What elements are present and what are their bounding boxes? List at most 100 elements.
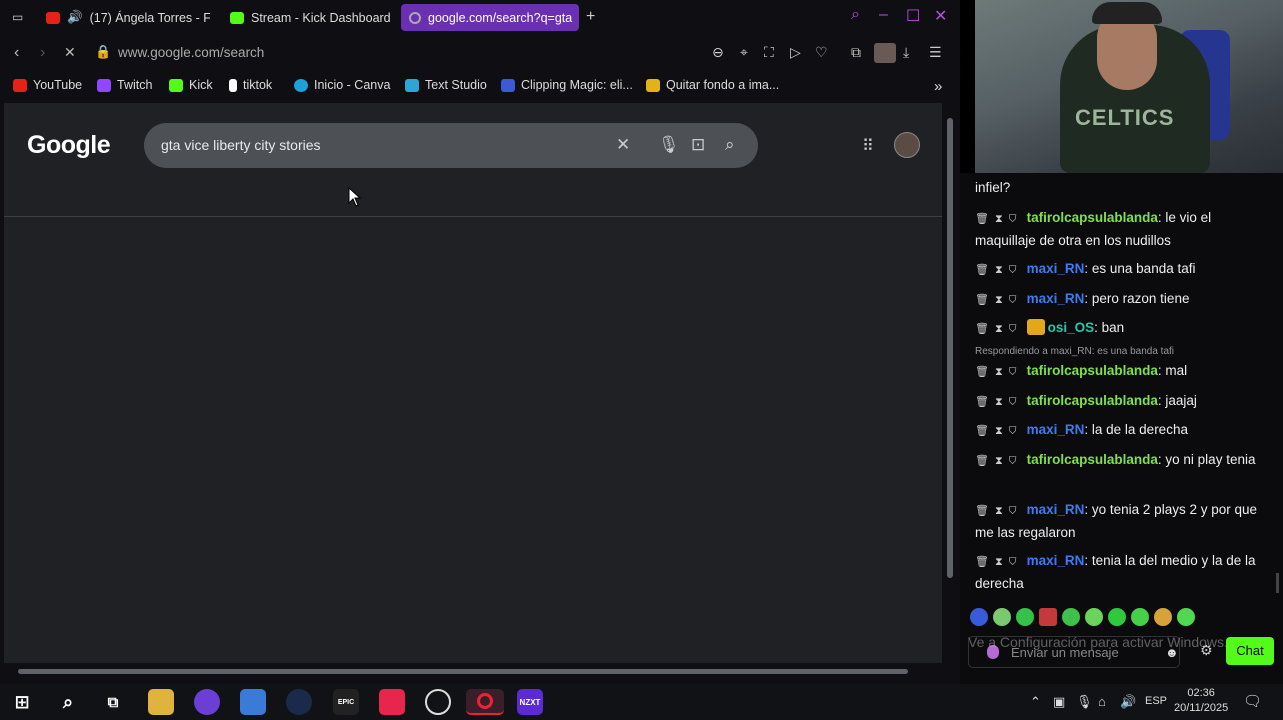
download-icon[interactable]: ⤓ bbox=[903, 44, 909, 61]
bookmark-canva[interactable]: Inicio - Canva bbox=[294, 78, 390, 92]
microsoft-store-icon[interactable] bbox=[240, 689, 266, 715]
emote-icon[interactable] bbox=[993, 608, 1011, 626]
chat-username[interactable]: tafirolcapsulablanda bbox=[1027, 363, 1158, 378]
emote-icon[interactable] bbox=[1016, 608, 1034, 626]
chat-username[interactable]: maxi_RN bbox=[1027, 261, 1085, 276]
bookmark-clipping-magic[interactable]: Clipping Magic: eli... bbox=[501, 78, 633, 92]
apps-grid-icon[interactable]: ⠿ bbox=[862, 136, 874, 156]
zoom-icon[interactable]: ⊖ bbox=[712, 44, 724, 61]
lock-icon[interactable]: 🔒 bbox=[95, 44, 111, 60]
chat-username[interactable]: maxi_RN bbox=[1027, 502, 1085, 517]
bookmark-tiktok[interactable]: tiktok bbox=[229, 78, 272, 92]
extensions-icon[interactable]: ⧉ bbox=[851, 44, 861, 61]
chat-username[interactable]: tafirolcapsulablanda bbox=[1027, 393, 1158, 408]
bookmark-quitar-fondo[interactable]: Quitar fondo a ima... bbox=[646, 78, 779, 92]
emote-icon[interactable] bbox=[1108, 608, 1126, 626]
mod-badges-icon: 🗑⧗⛉ bbox=[975, 323, 1023, 335]
bookmarks-bar: YouTube Twitch Kick tiktok Inicio - Canv… bbox=[0, 72, 960, 100]
mic-icon[interactable]: 🎙 bbox=[658, 135, 680, 155]
chat-message: 🗑⧗⛉ osi_OS: ban bbox=[975, 317, 1267, 340]
search-box[interactable]: gta vice liberty city stories ✕ 🎙 ⊡ ⌕ bbox=[144, 123, 758, 168]
vertical-scrollbar[interactable] bbox=[944, 103, 956, 673]
opera-gx-icon[interactable] bbox=[194, 689, 220, 715]
volume-icon[interactable]: 🔊 bbox=[1120, 694, 1136, 710]
tray-overflow-icon[interactable]: ⌃ bbox=[1030, 694, 1041, 710]
chat-username[interactable]: maxi_RN bbox=[1027, 291, 1085, 306]
windows-start-icon[interactable]: ⊞ bbox=[9, 689, 35, 715]
tray-device-icon[interactable]: ▣ bbox=[1053, 694, 1065, 710]
network-icon[interactable]: ⌂ bbox=[1098, 694, 1106, 709]
scroll-thumb[interactable] bbox=[947, 118, 953, 578]
new-tab-button[interactable]: + bbox=[586, 7, 595, 27]
forward-button[interactable]: › bbox=[40, 44, 45, 62]
youtube-favicon-icon bbox=[46, 11, 60, 24]
bookmark-label: Quitar fondo a ima... bbox=[666, 78, 780, 92]
emote-icon[interactable] bbox=[1154, 608, 1172, 626]
tab-google-search[interactable]: google.com/search?q=gta bbox=[401, 4, 579, 31]
search-tabs-icon[interactable]: ⌕ bbox=[851, 6, 860, 24]
close-button[interactable]: ✕ bbox=[934, 6, 947, 26]
steam-icon[interactable] bbox=[286, 689, 312, 715]
emote-icon[interactable] bbox=[970, 608, 988, 626]
tab-youtube[interactable]: 🔊 (17) Ángela Torres - F bbox=[38, 4, 210, 31]
search-icon[interactable]: ⌕ bbox=[725, 135, 735, 155]
tray-mic-icon[interactable]: 🎙 bbox=[1076, 694, 1093, 710]
taskbar-clock[interactable]: 02:36 20/11/2025 bbox=[1174, 686, 1228, 716]
minimize-button[interactable]: – bbox=[879, 6, 888, 24]
emote-icon[interactable] bbox=[1039, 608, 1057, 626]
emote-icon[interactable] bbox=[1085, 608, 1103, 626]
bookmark-youtube[interactable]: YouTube bbox=[13, 78, 82, 92]
chat-username[interactable]: tafirolcapsulablanda bbox=[1027, 210, 1158, 225]
profile-avatar[interactable] bbox=[874, 43, 896, 63]
bookmark-kick[interactable]: Kick bbox=[169, 78, 213, 92]
maximize-button[interactable]: ☐ bbox=[906, 6, 920, 26]
bookmark-text-studio[interactable]: Text Studio bbox=[405, 78, 487, 92]
more-bookmarks-icon[interactable]: » bbox=[934, 78, 942, 95]
performance-monitor-icon[interactable] bbox=[425, 689, 451, 715]
windows-taskbar: ⊞ ⌕ ⧉ EPIC NZXT ⌃ ▣ 🎙 ⌂ 🔊 ESP 02:36 20/1… bbox=[0, 684, 1283, 720]
notifications-icon[interactable]: 🗨 bbox=[1243, 692, 1262, 710]
gear-icon[interactable]: ⚙ bbox=[1200, 642, 1213, 659]
send-chat-button[interactable]: Chat bbox=[1226, 637, 1274, 665]
google-logo[interactable]: Google bbox=[27, 131, 111, 160]
chat-username[interactable]: maxi_RN bbox=[1027, 553, 1085, 568]
chat-username[interactable]: tafirolcapsulablanda bbox=[1027, 452, 1158, 467]
language-indicator[interactable]: ESP bbox=[1145, 695, 1167, 707]
tab-label: (17) Ángela Torres - F bbox=[89, 10, 210, 25]
stop-loading-button[interactable]: ✕ bbox=[64, 44, 76, 61]
chat-username[interactable]: osi_OS bbox=[1048, 320, 1095, 335]
clear-icon[interactable]: ✕ bbox=[616, 135, 630, 155]
scroll-thumb[interactable] bbox=[18, 669, 908, 674]
epic-games-icon[interactable]: EPIC bbox=[333, 689, 359, 715]
tab-actions-icon[interactable]: ▭ bbox=[12, 7, 23, 27]
chat-username[interactable]: maxi_RN bbox=[1027, 422, 1085, 437]
obs-opera-icon[interactable] bbox=[466, 689, 504, 715]
streamer-cap bbox=[1092, 2, 1162, 24]
nzxt-icon[interactable]: NZXT bbox=[517, 689, 543, 715]
url-field[interactable]: www.google.com/search bbox=[118, 45, 264, 60]
youtube-icon bbox=[13, 78, 27, 92]
chat-message: 🗑⧗⛉ maxi_RN: pero razon tiene bbox=[975, 288, 1267, 311]
heart-icon[interactable]: ♡ bbox=[815, 44, 828, 61]
chat-scrollbar[interactable] bbox=[1276, 573, 1279, 593]
play-icon[interactable]: ▷ bbox=[790, 44, 801, 61]
screenshot-icon[interactable]: ⛶ bbox=[764, 44, 774, 61]
search-input[interactable]: gta vice liberty city stories bbox=[161, 137, 321, 153]
emote-icon[interactable] bbox=[1131, 608, 1149, 626]
pin-icon[interactable]: ⌖ bbox=[740, 44, 748, 61]
task-view-icon[interactable]: ⧉ bbox=[100, 689, 126, 715]
tab-kick-dashboard[interactable]: Stream - Kick Dashboard bbox=[222, 4, 394, 31]
tiktok-live-icon[interactable] bbox=[379, 689, 405, 715]
emote-icon[interactable] bbox=[1177, 608, 1195, 626]
menu-icon[interactable]: ☰ bbox=[929, 44, 942, 61]
lens-icon[interactable]: ⊡ bbox=[691, 135, 705, 155]
search-icon[interactable]: ⌕ bbox=[55, 689, 81, 715]
file-explorer-icon[interactable] bbox=[148, 689, 174, 715]
bookmark-twitch[interactable]: Twitch bbox=[97, 78, 152, 92]
speaker-icon: 🔊 bbox=[67, 10, 83, 24]
emote-icon[interactable] bbox=[1062, 608, 1080, 626]
back-button[interactable]: ‹ bbox=[14, 44, 19, 62]
google-account-avatar[interactable] bbox=[894, 132, 920, 158]
horizontal-scrollbar[interactable] bbox=[4, 664, 942, 678]
webcam-overlay: CELTICS bbox=[975, 0, 1283, 173]
